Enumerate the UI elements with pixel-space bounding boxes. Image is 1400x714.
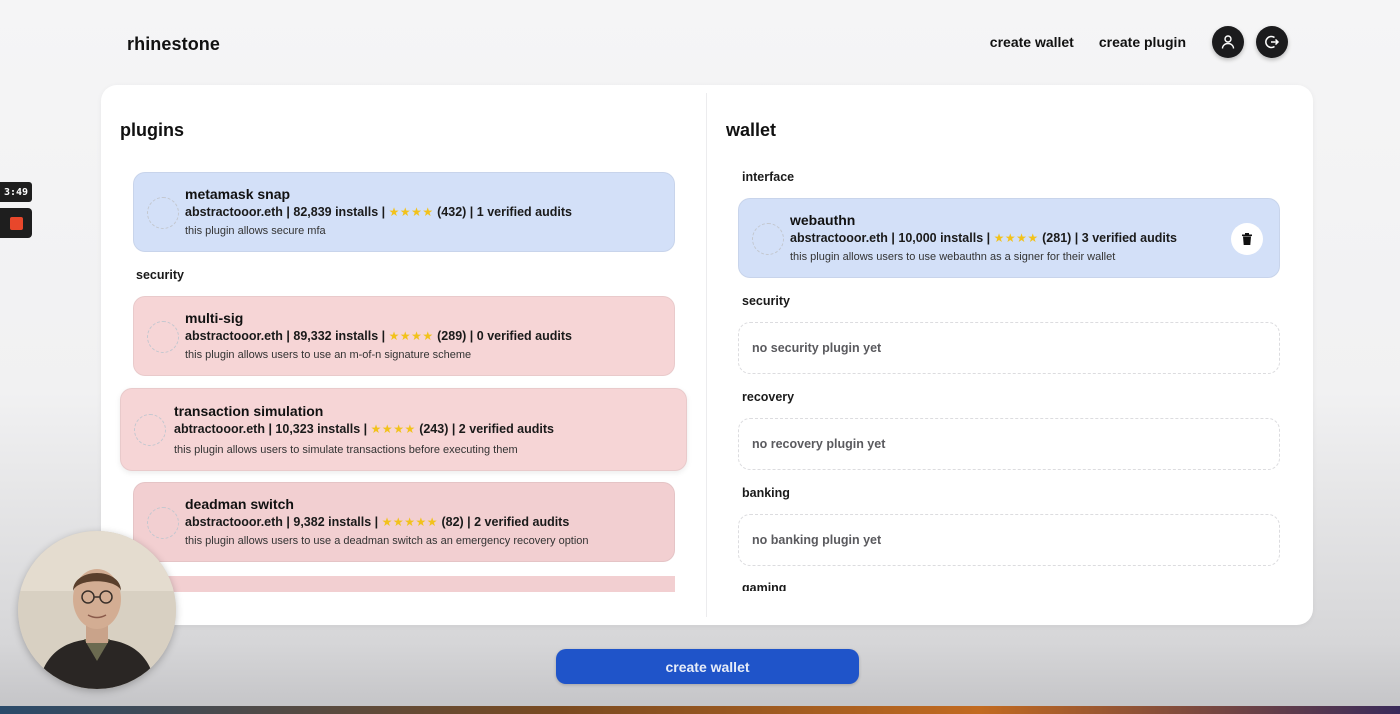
plugin-name: deadman switch xyxy=(185,496,294,512)
plugin-author-installs: abstractooor.eth | 10,000 installs | xyxy=(790,231,991,245)
wallet-section-recovery: recovery xyxy=(742,390,795,404)
plugin-card-multi-sig[interactable]: multi-sig abstractooor.eth | 89,332 inst… xyxy=(133,296,675,376)
recovery-empty-text: no recovery plugin yet xyxy=(752,437,886,451)
plugin-icon-placeholder xyxy=(752,223,784,255)
top-nav: create wallet create plugin xyxy=(990,26,1288,58)
wallet-section-gaming: gaming xyxy=(742,581,787,591)
brand-logo: rhinestone xyxy=(127,34,221,54)
plugin-rating-audits: (243) | 2 verified audits xyxy=(419,422,554,436)
create-wallet-button[interactable]: create wallet xyxy=(556,649,859,684)
wallet-section-interface: interface xyxy=(742,170,795,184)
trash-icon xyxy=(1242,233,1252,245)
user-icon xyxy=(1221,35,1235,49)
nav-create-wallet[interactable]: create wallet xyxy=(990,34,1074,50)
nav-create-plugin[interactable]: create plugin xyxy=(1099,34,1186,50)
wallet-plugin-webauthn[interactable]: webauthn abstractooor.eth | 10,000 insta… xyxy=(738,198,1280,278)
rating-stars: ★★★★★ xyxy=(381,515,438,529)
recording-timer: 3:49 xyxy=(0,182,32,202)
banking-slot[interactable]: no banking plugin yet xyxy=(738,514,1280,566)
wallet-section-security: security xyxy=(742,294,790,308)
plugin-card-deadman-switch[interactable]: deadman switch abstractooor.eth | 9,382 … xyxy=(133,482,675,562)
plugin-author-installs: abtractooor.eth | 10,323 installs | xyxy=(174,422,368,436)
plugin-meta: abstractooor.eth | 89,332 installs | ★★★… xyxy=(185,329,572,343)
stop-recording-button[interactable] xyxy=(0,208,32,238)
plugin-author-installs: abstractooor.eth | 89,332 installs | xyxy=(185,329,386,343)
wallet-title: wallet xyxy=(726,120,777,140)
stop-icon xyxy=(9,216,23,230)
wallet-section-banking: banking xyxy=(742,486,790,500)
plugin-author-installs: abstractooor.eth | 82,839 installs | xyxy=(185,205,386,219)
profile-button[interactable] xyxy=(1212,26,1244,58)
webcam-overlay xyxy=(18,531,176,689)
security-empty-text: no security plugin yet xyxy=(752,341,882,355)
plugin-name: metamask snap xyxy=(185,186,291,202)
desktop-background-strip xyxy=(0,706,1400,714)
plugin-meta: abstractooor.eth | 82,839 installs | ★★★… xyxy=(185,205,572,219)
logout-icon xyxy=(1265,35,1280,49)
plugin-name: webauthn xyxy=(790,212,856,228)
plugin-description: this plugin allows users to use webauthn… xyxy=(790,251,1116,263)
plugin-meta: abstractooor.eth | 9,382 installs | ★★★★… xyxy=(185,515,569,529)
column-divider xyxy=(706,93,707,617)
logout-button[interactable] xyxy=(1256,26,1288,58)
plugins-section-security: security xyxy=(136,268,184,282)
plugin-meta: abtractooor.eth | 10,323 installs | ★★★★… xyxy=(174,422,554,436)
plugin-card-metamask-snap[interactable]: metamask snap abstractooor.eth | 82,839 … xyxy=(133,172,675,252)
rating-stars: ★★★★ xyxy=(993,231,1039,245)
plugin-icon-placeholder xyxy=(147,321,179,353)
plugin-meta: abstractooor.eth | 10,000 installs | ★★★… xyxy=(790,231,1177,245)
recovery-slot[interactable]: no recovery plugin yet xyxy=(738,418,1280,470)
rating-stars: ★★★★ xyxy=(388,205,434,219)
plugin-icon-placeholder xyxy=(147,507,179,539)
plugins-title: plugins xyxy=(120,120,184,140)
plugin-rating-audits: (432) | 1 verified audits xyxy=(437,205,572,219)
rating-stars: ★★★★ xyxy=(388,329,434,343)
plugin-icon-placeholder xyxy=(134,414,166,446)
plugin-description: this plugin allows users to use an m-of-… xyxy=(185,349,472,361)
plugin-description: this plugin allows secure mfa xyxy=(185,225,326,237)
presenter-video-image xyxy=(18,531,176,689)
plugin-author-installs: abstractooor.eth | 9,382 installs | xyxy=(185,515,379,529)
plugin-card-transaction-simulation[interactable]: transaction simulation abtractooor.eth |… xyxy=(120,388,687,471)
banking-empty-text: no banking plugin yet xyxy=(752,533,882,547)
plugin-rating-audits: (289) | 0 verified audits xyxy=(437,329,572,343)
plugin-name: transaction simulation xyxy=(174,403,324,419)
plugin-description: this plugin allows users to use a deadma… xyxy=(185,535,589,547)
plugin-name: multi-sig xyxy=(185,310,244,326)
main-card: plugins metamask snap abstractooor.eth |… xyxy=(101,85,1313,625)
remove-plugin-button[interactable] xyxy=(1231,223,1263,255)
plugin-icon-placeholder xyxy=(147,197,179,229)
security-slot[interactable]: no security plugin yet xyxy=(738,322,1280,374)
rating-stars: ★★★★ xyxy=(370,422,416,436)
plugin-rating-audits: (281) | 3 verified audits xyxy=(1042,231,1177,245)
plugin-rating-audits: (82) | 2 verified audits xyxy=(441,515,570,529)
plugin-card-partial[interactable] xyxy=(133,576,675,592)
plugin-description: this plugin allows users to simulate tra… xyxy=(174,444,518,456)
